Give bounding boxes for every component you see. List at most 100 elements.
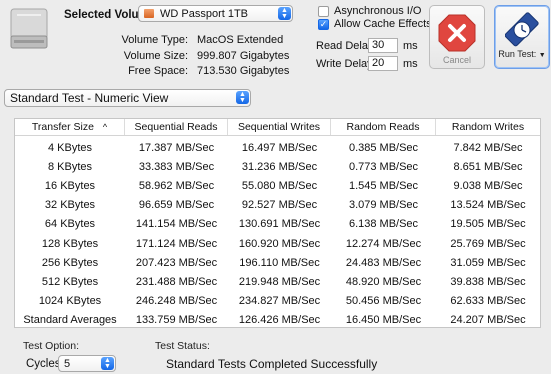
sequential-reads-cell: 141.154 MB/Sec	[135, 218, 218, 231]
sequential-reads-cell: 171.124 MB/Sec	[135, 237, 218, 250]
results-table: Transfer Size ^ Sequential Reads Sequent…	[14, 118, 541, 328]
random-reads-cell: 1.545 MB/Sec	[348, 180, 419, 193]
test-status-value: Standard Tests Completed Successfully	[166, 357, 378, 371]
col-random-writes[interactable]: Random Writes	[436, 119, 540, 135]
random-reads-cell: 6.138 MB/Sec	[348, 218, 419, 231]
table-row[interactable]: 4 KBytes 17.387 MB/Sec 16.497 MB/Sec 0.385 …	[15, 138, 540, 159]
sort-ascending-icon: ^	[102, 122, 108, 132]
chevron-updown-icon: ▲ ▼	[278, 7, 291, 20]
sequential-writes-cell: 130.691 MB/Sec	[238, 218, 321, 231]
free-space-label: Free Space:	[128, 65, 188, 77]
write-delay-unit: ms	[403, 58, 418, 70]
transfer-size-cell: 8 KBytes	[47, 161, 93, 174]
sequential-reads-cell: 58.962 MB/Sec	[138, 180, 215, 193]
table-row[interactable]: 128 KBytes 171.124 MB/Sec 160.920 MB/Sec 12…	[15, 234, 540, 255]
read-delay-input[interactable]: 30	[368, 38, 398, 53]
random-reads-cell: 48.920 MB/Sec	[345, 275, 422, 288]
transfer-size-cell: Standard Averages	[23, 313, 117, 326]
sequential-reads-cell: 96.659 MB/Sec	[138, 199, 215, 212]
sequential-reads-cell: 33.383 MB/Sec	[138, 161, 215, 174]
transfer-size-cell: 1024 KBytes	[38, 294, 102, 307]
transfer-size-cell: 32 KBytes	[44, 199, 96, 212]
table-row[interactable]: Standard Averages 133.759 MB/Sec 126.426 M…	[15, 310, 540, 331]
sequential-reads-cell: 207.423 MB/Sec	[135, 256, 218, 269]
checkbox-box[interactable]	[318, 5, 329, 17]
chevron-updown-icon: ▲ ▼	[101, 357, 114, 370]
test-status-label: Test Status:	[155, 340, 210, 352]
random-writes-cell: 13.524 MB/Sec	[450, 199, 526, 212]
test-option-label: Test Option:	[23, 340, 80, 352]
random-writes-cell: 9.038 MB/Sec	[453, 180, 523, 193]
async-io-label: Asynchronous I/O	[334, 5, 422, 17]
volume-type-label: Volume Type:	[121, 34, 188, 46]
cancel-label: Cancel	[442, 55, 471, 65]
sequential-writes-cell: 234.827 MB/Sec	[238, 294, 321, 307]
random-writes-cell: 31.059 MB/Sec	[450, 256, 526, 269]
view-mode-value: Standard Test - Numeric View	[10, 91, 169, 105]
random-writes-cell: 39.838 MB/Sec	[450, 275, 526, 288]
volume-size-value: 999.807 Gigabytes	[197, 50, 290, 62]
sequential-reads-cell: 246.248 MB/Sec	[135, 294, 218, 307]
async-io-checkbox[interactable]: Asynchronous I/O	[318, 5, 421, 17]
sequential-reads-cell: 133.759 MB/Sec	[135, 313, 218, 326]
table-row[interactable]: 64 KBytes 141.154 MB/Sec 130.691 MB/Sec 6.1…	[15, 214, 540, 235]
cancel-button[interactable]: Cancel	[429, 5, 485, 69]
transfer-size-cell: 64 KBytes	[44, 218, 96, 231]
sequential-writes-cell: 55.080 MB/Sec	[241, 180, 318, 193]
chevron-updown-icon: ▲ ▼	[236, 91, 249, 104]
sequential-reads-cell: 231.488 MB/Sec	[135, 275, 218, 288]
random-writes-cell: 7.842 MB/Sec	[453, 142, 523, 154]
allow-cache-label: Allow Cache Effects	[334, 18, 432, 30]
random-writes-cell: 8.651 MB/Sec	[453, 161, 523, 174]
transfer-size-cell: 512 KBytes	[41, 275, 99, 288]
random-reads-cell: 12.274 MB/Sec	[345, 237, 422, 250]
sequential-writes-cell: 16.497 MB/Sec	[241, 142, 318, 154]
sequential-writes-cell: 219.948 MB/Sec	[238, 275, 321, 288]
table-header: Transfer Size ^ Sequential Reads Sequent…	[15, 119, 540, 136]
sequential-writes-cell: 31.236 MB/Sec	[241, 161, 318, 174]
transfer-size-cell: 256 KBytes	[41, 256, 99, 269]
volume-size-label: Volume Size:	[123, 50, 188, 62]
col-transfer-size[interactable]: Transfer Size ^	[15, 119, 125, 135]
random-writes-cell: 24.207 MB/Sec	[450, 313, 526, 326]
volume-select[interactable]: WD Passport 1TB ▲ ▼	[138, 5, 293, 22]
random-writes-cell: 25.769 MB/Sec	[450, 237, 526, 250]
random-reads-cell: 24.483 MB/Sec	[345, 256, 422, 269]
transfer-size-cell: 16 KBytes	[44, 180, 96, 193]
table-row[interactable]: 1024 KBytes 246.248 MB/Sec 234.827 MB/Sec 5…	[15, 291, 540, 312]
sequential-reads-cell: 17.387 MB/Sec	[138, 142, 215, 154]
col-random-reads[interactable]: Random Reads	[331, 119, 436, 135]
run-test-button[interactable]: Run Test: ▼	[494, 5, 550, 69]
stopwatch-icon	[504, 12, 539, 47]
cycles-value: 5	[64, 357, 71, 370]
random-reads-cell: 0.773 MB/Sec	[348, 161, 419, 174]
read-delay-unit: ms	[403, 40, 418, 52]
table-row[interactable]: 32 KBytes 96.659 MB/Sec 92.527 MB/Sec 3.079…	[15, 195, 540, 216]
view-mode-select[interactable]: Standard Test - Numeric View ▲ ▼	[4, 89, 251, 107]
volume-select-value: WD Passport 1TB	[160, 7, 249, 20]
random-reads-cell: 0.385 MB/Sec	[348, 142, 419, 154]
table-row[interactable]: 8 KBytes 33.383 MB/Sec 31.236 MB/Sec 0.773 …	[15, 157, 540, 178]
sequential-writes-cell: 196.110 MB/Sec	[239, 256, 320, 269]
volume-type-value: MacOS Extended	[197, 34, 284, 46]
free-space-value: 713.530 Gigabytes	[197, 65, 290, 77]
write-delay-label: Write Delay:	[316, 58, 376, 70]
table-row[interactable]: 256 KBytes 207.423 MB/Sec 196.110 MB/Sec 24…	[15, 253, 540, 274]
col-sequential-reads[interactable]: Sequential Reads	[125, 119, 228, 135]
write-delay-input[interactable]: 20	[368, 56, 398, 71]
table-row[interactable]: 512 KBytes 231.488 MB/Sec 219.948 MB/Sec 48…	[15, 272, 540, 293]
col-sequential-writes[interactable]: Sequential Writes	[228, 119, 331, 135]
external-disk-icon	[144, 9, 154, 18]
sequential-writes-cell: 92.527 MB/Sec	[241, 199, 318, 212]
random-writes-cell: 62.633 MB/Sec	[450, 294, 526, 307]
table-row[interactable]: 16 KBytes 58.962 MB/Sec 55.080 MB/Sec 1.545…	[15, 176, 540, 197]
allow-cache-checkbox[interactable]: ✓ Allow Cache Effects	[318, 18, 432, 30]
random-reads-cell: 16.450 MB/Sec	[345, 313, 422, 326]
hard-drive-icon	[9, 6, 49, 52]
transfer-size-cell: 4 KBytes	[47, 142, 93, 154]
sequential-writes-cell: 126.426 MB/Sec	[238, 313, 321, 326]
cycles-select[interactable]: 5 ▲ ▼	[58, 355, 116, 372]
checkmark-icon[interactable]: ✓	[318, 18, 329, 30]
transfer-size-cell: 128 KBytes	[41, 237, 99, 250]
stop-icon	[438, 14, 476, 52]
